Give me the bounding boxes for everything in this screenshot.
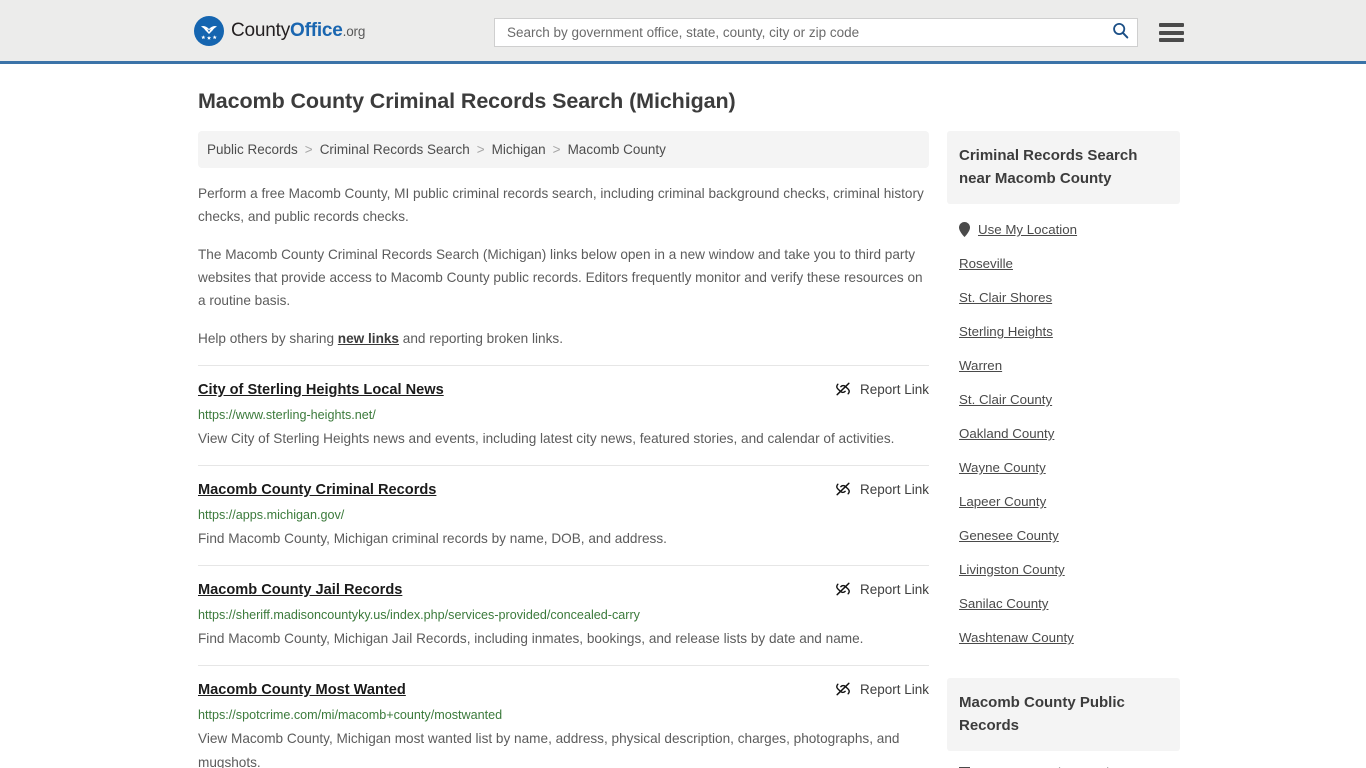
- page-container: Macomb County Criminal Records Search (M…: [0, 89, 1366, 768]
- sidebar-nearby-heading: Criminal Records Search near Macomb Coun…: [947, 131, 1180, 204]
- report-link-label: Report Link: [859, 581, 929, 597]
- sidebar-link-label[interactable]: Oakland County: [959, 426, 1054, 441]
- result-title-link[interactable]: Macomb County Most Wanted: [198, 681, 406, 700]
- sidebar-link-label[interactable]: Lapeer County: [959, 494, 1046, 509]
- sidebar: Criminal Records Search near Macomb Coun…: [947, 131, 1180, 768]
- logo-text-office: Office: [290, 19, 343, 41]
- result-item: City of Sterling Heights Local News Repo…: [198, 365, 929, 465]
- result-title-link[interactable]: Macomb County Jail Records: [198, 581, 402, 600]
- search-box[interactable]: [494, 18, 1138, 47]
- breadcrumb-item-public-records[interactable]: Public Records: [207, 142, 298, 157]
- broken-link-icon: [835, 581, 851, 597]
- sidebar-item-lapeer-county[interactable]: Lapeer County: [959, 484, 1180, 518]
- breadcrumb-separator: >: [476, 142, 485, 157]
- result-description: View City of Sterling Heights news and e…: [198, 431, 895, 446]
- broken-link-icon: [835, 481, 851, 497]
- intro-paragraph-3-before: Help others by sharing: [198, 331, 338, 346]
- report-link-label: Report Link: [859, 481, 929, 497]
- header-search-area: [494, 18, 1184, 47]
- sidebar-link-label[interactable]: Sanilac County: [959, 596, 1048, 611]
- result-title-link[interactable]: City of Sterling Heights Local News: [198, 381, 444, 400]
- search-input[interactable]: [505, 19, 1112, 46]
- sidebar-use-my-location[interactable]: Use My Location: [959, 212, 1180, 246]
- logo-wordmark: CountyOffice.org: [231, 20, 365, 42]
- broken-link-icon: [835, 381, 851, 397]
- sidebar-link-label[interactable]: Sterling Heights: [959, 324, 1053, 339]
- breadcrumb: Public Records > Criminal Records Search…: [198, 131, 929, 168]
- sidebar-item-sanilac-county[interactable]: Sanilac County: [959, 586, 1180, 620]
- map-pin-icon: [959, 222, 970, 237]
- result-header: City of Sterling Heights Local News Repo…: [198, 381, 929, 400]
- sidebar-item-livingston-county[interactable]: Livingston County: [959, 552, 1180, 586]
- result-description: Find Macomb County, Michigan criminal re…: [198, 531, 667, 546]
- sidebar-link-label[interactable]: Wayne County: [959, 460, 1046, 475]
- hamburger-bar-3: [1159, 38, 1184, 42]
- sidebar-item-warren[interactable]: Warren: [959, 348, 1180, 382]
- result-title-link[interactable]: Macomb County Criminal Records: [198, 481, 436, 500]
- sidebar-item-wayne-county[interactable]: Wayne County: [959, 450, 1180, 484]
- result-header: Macomb County Most Wanted Report Link: [198, 681, 929, 700]
- breadcrumb-item-criminal-records-search[interactable]: Criminal Records Search: [320, 142, 470, 157]
- report-link-button[interactable]: Report Link: [835, 381, 929, 397]
- result-item: Macomb County Most Wanted Report Link ht…: [198, 665, 929, 768]
- result-item: Macomb County Criminal Records Report Li…: [198, 465, 929, 565]
- use-my-location-link[interactable]: Use My Location: [978, 222, 1077, 237]
- breadcrumb-item-macomb-county[interactable]: Macomb County: [568, 142, 666, 157]
- sidebar-public-records-list: Arrest Records Search: [947, 751, 1180, 768]
- sidebar-link-label[interactable]: Livingston County: [959, 562, 1065, 577]
- result-description: Find Macomb County, Michigan Jail Record…: [198, 631, 864, 646]
- sidebar-link-label[interactable]: St. Clair County: [959, 392, 1052, 407]
- breadcrumb-separator: >: [552, 142, 561, 157]
- sidebar-link-label[interactable]: St. Clair Shores: [959, 290, 1052, 305]
- hamburger-bar-1: [1159, 23, 1184, 27]
- intro-paragraph-1: Perform a free Macomb County, MI public …: [198, 186, 924, 224]
- sidebar-public-records-heading: Macomb County Public Records: [947, 678, 1180, 751]
- hamburger-menu-icon[interactable]: [1159, 23, 1184, 42]
- result-description: View Macomb County, Michigan most wanted…: [198, 731, 900, 768]
- result-url: https://www.sterling-heights.net/: [198, 408, 376, 422]
- intro-paragraph-3-after: and reporting broken links.: [399, 331, 563, 346]
- sidebar-link-label[interactable]: Roseville: [959, 256, 1013, 271]
- sidebar-item-washtenaw-county[interactable]: Washtenaw County: [959, 620, 1180, 654]
- sidebar-item-oakland-county[interactable]: Oakland County: [959, 416, 1180, 450]
- result-item: Macomb County Jail Records Report Link h…: [198, 565, 929, 665]
- sidebar-item-roseville[interactable]: Roseville: [959, 246, 1180, 280]
- site-header: CountyOffice.org: [0, 0, 1366, 64]
- report-link-button[interactable]: Report Link: [835, 581, 929, 597]
- page-title: Macomb County Criminal Records Search (M…: [198, 89, 736, 113]
- sidebar-item-st-clair-shores[interactable]: St. Clair Shores: [959, 280, 1180, 314]
- sidebar-link-label[interactable]: Warren: [959, 358, 1002, 373]
- sidebar-item-genesee-county[interactable]: Genesee County: [959, 518, 1180, 552]
- result-header: Macomb County Jail Records Report Link: [198, 581, 929, 600]
- breadcrumb-separator: >: [304, 142, 313, 157]
- sidebar-nearby-links: Use My Location Roseville St. Clair Shor…: [947, 204, 1180, 654]
- breadcrumb-item-michigan[interactable]: Michigan: [492, 142, 546, 157]
- intro-text: Perform a free Macomb County, MI public …: [198, 182, 929, 350]
- report-link-label: Report Link: [859, 681, 929, 697]
- result-url: https://sheriff.madisoncountyky.us/index…: [198, 608, 640, 622]
- eagle-shield-logo-icon: [194, 15, 224, 46]
- broken-link-icon: [835, 681, 851, 697]
- intro-paragraph-3: Help others by sharing new links and rep…: [198, 327, 929, 350]
- sidebar-item-st-clair-county[interactable]: St. Clair County: [959, 382, 1180, 416]
- sidebar-link-label[interactable]: Washtenaw County: [959, 630, 1074, 645]
- sidebar-item-sterling-heights[interactable]: Sterling Heights: [959, 314, 1180, 348]
- site-logo[interactable]: CountyOffice.org: [194, 15, 365, 46]
- report-link-button[interactable]: Report Link: [835, 481, 929, 497]
- result-url: https://apps.michigan.gov/: [198, 508, 345, 522]
- intro-paragraph-2: The Macomb County Criminal Records Searc…: [198, 247, 923, 308]
- report-link-label: Report Link: [859, 381, 929, 397]
- logo-text-county: County: [231, 19, 291, 41]
- content-columns: Public Records > Criminal Records Search…: [198, 131, 1180, 768]
- report-link-button[interactable]: Report Link: [835, 681, 929, 697]
- search-icon[interactable]: [1112, 22, 1129, 44]
- sidebar-link-label[interactable]: Genesee County: [959, 528, 1059, 543]
- hamburger-bar-2: [1159, 30, 1184, 35]
- result-url: https://spotcrime.com/mi/macomb+county/m…: [198, 708, 503, 722]
- new-links-link[interactable]: new links: [338, 331, 399, 346]
- main-column: Public Records > Criminal Records Search…: [198, 131, 929, 768]
- result-header: Macomb County Criminal Records Report Li…: [198, 481, 929, 500]
- logo-text-suffix: .org: [342, 23, 366, 39]
